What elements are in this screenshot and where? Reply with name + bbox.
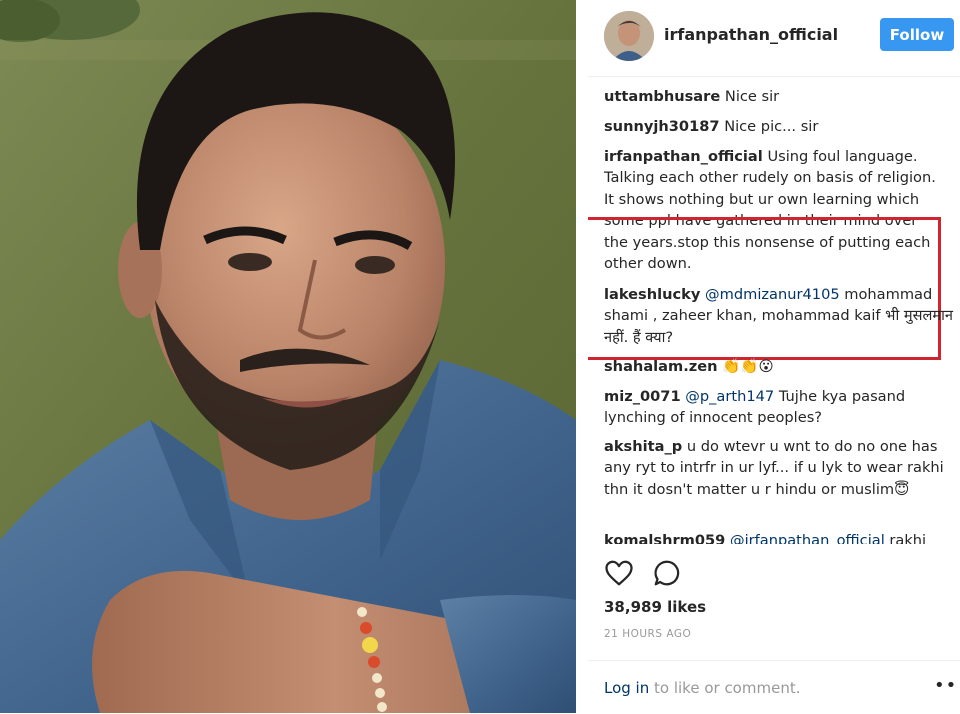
avatar[interactable] xyxy=(604,11,654,61)
comment-text: 👏👏😮 xyxy=(722,358,774,375)
list-item: sunnyjh30187 Nice pic... sir xyxy=(604,116,958,137)
post-username[interactable]: irfanpathan_official xyxy=(664,25,838,44)
heart-icon[interactable] xyxy=(604,558,634,588)
comment-username[interactable]: irfanpathan_official xyxy=(604,148,763,165)
login-prompt: Log in to like or comment. xyxy=(604,679,800,697)
comment-icon[interactable] xyxy=(652,558,682,588)
comment-username[interactable]: miz_0071 xyxy=(604,388,681,405)
comment-username[interactable]: akshita_p xyxy=(604,438,682,455)
list-item: akshita_p u do wtevr u wnt to do no one … xyxy=(604,436,958,500)
list-item: komalshrm059 @irfanpathan_official rakhi xyxy=(604,530,958,544)
comment-username[interactable]: komalshrm059 xyxy=(604,532,725,544)
list-item: miz_0071 @p_arth147 Tujhe kya pasand lyn… xyxy=(604,386,958,429)
comment-text: rakhi xyxy=(889,532,927,544)
comment-text: Nice pic... sir xyxy=(724,118,819,135)
post-photo[interactable] xyxy=(0,0,576,713)
comment-username[interactable]: lakeshlucky xyxy=(604,286,700,303)
post-header: irfanpathan_official Follow xyxy=(588,0,960,77)
comments-list[interactable]: uttambhusare Nice sir sunnyjh30187 Nice … xyxy=(588,78,960,544)
post-timestamp: 21 HOURS AGO xyxy=(604,628,692,640)
login-prompt-text: to like or comment. xyxy=(654,679,801,697)
follow-button[interactable]: Follow xyxy=(880,18,954,51)
comment-mention[interactable]: @irfanpathan_official xyxy=(730,532,885,544)
comment-mention[interactable]: @p_arth147 xyxy=(685,388,774,405)
list-item: lakeshlucky @mdmizanur4105 mohammad sham… xyxy=(604,284,958,348)
comment-mention[interactable]: @mdmizanur4105 xyxy=(705,286,840,303)
post-footer: Log in to like or comment. ••• xyxy=(588,660,960,714)
likes-count[interactable]: 38,989 likes xyxy=(604,598,706,616)
login-link[interactable]: Log in xyxy=(604,679,649,697)
post-sidebar: irfanpathan_official Follow uttambhusare… xyxy=(588,0,960,713)
instagram-post: irfanpathan_official Follow uttambhusare… xyxy=(0,0,960,713)
more-options-icon[interactable]: ••• xyxy=(934,675,960,696)
list-item: shahalam.zen 👏👏😮 xyxy=(604,356,958,377)
comment-username[interactable]: shahalam.zen xyxy=(604,358,718,375)
list-item: uttambhusare Nice sir xyxy=(604,86,958,107)
comment-text: Nice sir xyxy=(724,88,780,105)
comment-username[interactable]: uttambhusare xyxy=(604,88,720,105)
comment-username[interactable]: sunnyjh30187 xyxy=(604,118,720,135)
